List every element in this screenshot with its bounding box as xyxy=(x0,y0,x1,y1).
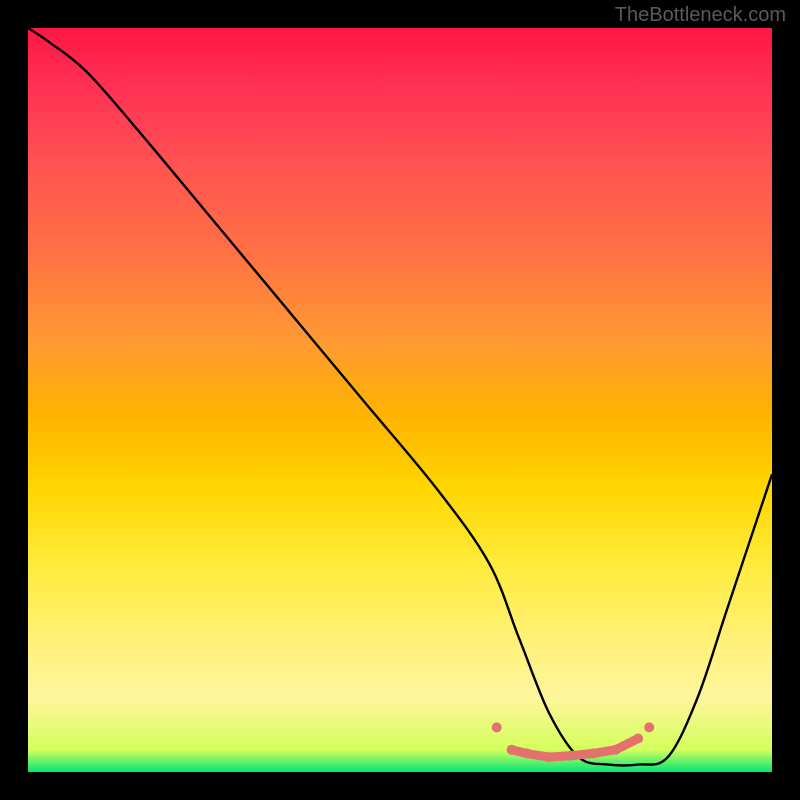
optimal-marker-dot xyxy=(633,734,643,744)
optimal-marker-dot xyxy=(522,748,532,758)
optimal-marker-dot xyxy=(611,745,621,755)
chart-plot-area xyxy=(28,28,772,772)
optimal-markers xyxy=(492,722,655,762)
bottleneck-curve-svg xyxy=(28,28,772,772)
optimal-marker-dot xyxy=(492,722,502,732)
optimal-marker-dot xyxy=(644,722,654,732)
optimal-marker-dot xyxy=(588,748,598,758)
optimal-marker-dot xyxy=(507,745,517,755)
watermark-text: TheBottleneck.com xyxy=(615,4,786,27)
optimal-marker-dot xyxy=(566,751,576,761)
optimal-marker-dot xyxy=(544,752,554,762)
bottleneck-curve-path xyxy=(28,28,772,766)
